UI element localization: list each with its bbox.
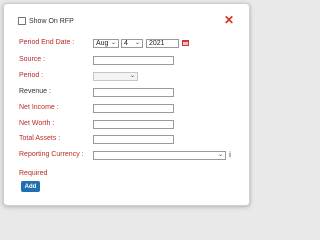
year-input[interactable]: 2021 xyxy=(146,39,179,48)
month-value: Aug xyxy=(96,40,109,47)
period-label: Period : xyxy=(19,72,44,79)
show-on-rfp-label: Show On RFP xyxy=(29,17,74,25)
info-icon[interactable]: i xyxy=(229,152,231,159)
total-assets-input[interactable] xyxy=(93,135,174,144)
calendar-icon[interactable] xyxy=(182,40,189,46)
reporting-currency-label: Reporting Currency : xyxy=(19,151,84,158)
revenue-label: Revenue : xyxy=(19,88,51,95)
add-button[interactable]: Add xyxy=(21,181,40,192)
period-select[interactable]: ⌄ xyxy=(93,72,138,81)
net-income-input[interactable] xyxy=(93,104,174,113)
show-on-rfp-row[interactable]: Show On RFP xyxy=(18,17,74,25)
day-select[interactable]: 4 ⌄ xyxy=(121,39,143,48)
chevron-down-icon: ⌄ xyxy=(134,40,140,46)
show-on-rfp-checkbox[interactable] xyxy=(18,17,26,25)
reporting-currency-select[interactable]: ⌄ xyxy=(93,151,226,160)
period-end-date-label: Period End Date : xyxy=(19,39,75,46)
total-assets-label: Total Assets : xyxy=(19,135,61,142)
day-value: 4 xyxy=(124,40,128,47)
net-income-label: Net Income : xyxy=(19,104,59,111)
revenue-input[interactable] xyxy=(93,88,174,97)
chevron-down-icon: ⌄ xyxy=(110,40,116,46)
chevron-down-icon: ⌄ xyxy=(129,73,135,79)
net-worth-input[interactable] xyxy=(93,120,174,129)
source-label: Source : xyxy=(19,56,46,63)
month-select[interactable]: Aug ⌄ xyxy=(93,39,119,48)
chevron-down-icon: ⌄ xyxy=(217,152,223,158)
source-input[interactable] xyxy=(93,56,174,65)
financial-data-dialog: ✕ Show On RFP Period End Date : Aug ⌄ 4 … xyxy=(3,3,250,206)
required-note: Required xyxy=(19,170,48,177)
close-icon[interactable]: ✕ xyxy=(224,14,234,26)
net-worth-label: Net Worth : xyxy=(19,120,55,127)
